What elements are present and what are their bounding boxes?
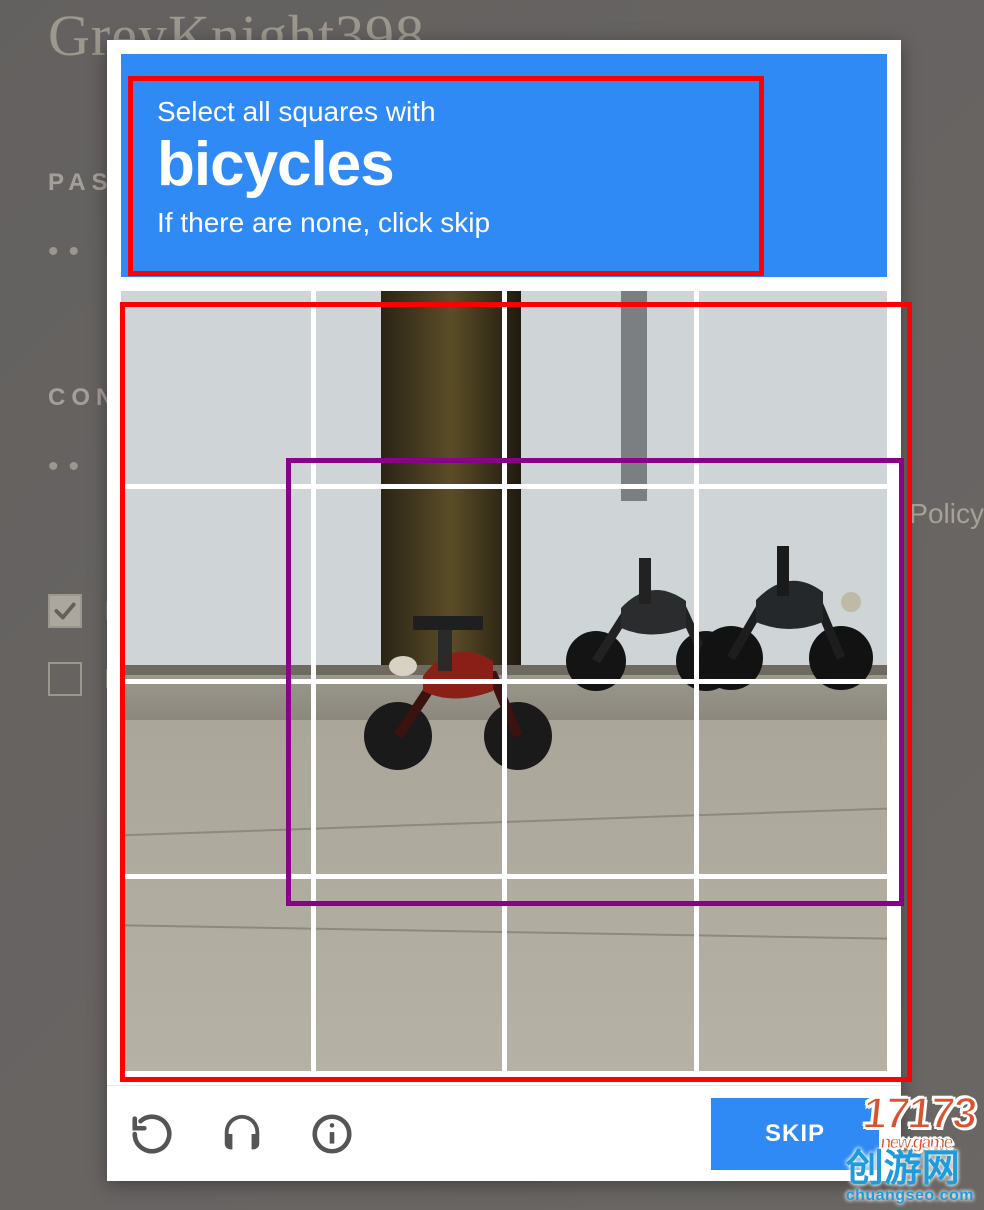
recaptcha-challenge: Select all squares with bicycles If ther…: [107, 40, 901, 1181]
headphones-icon[interactable]: [219, 1111, 265, 1157]
captcha-tile-0-0[interactable]: [121, 291, 310, 483]
captcha-tile-1-2[interactable]: [506, 487, 695, 679]
captcha-tile-2-2[interactable]: [506, 683, 695, 875]
captcha-instruction-line3: If there are none, click skip: [157, 207, 851, 239]
captcha-tile-1-0[interactable]: [121, 487, 310, 679]
captcha-tile-2-0[interactable]: [121, 683, 310, 875]
captcha-target-word: bicycles: [157, 132, 851, 197]
captcha-instruction-line1: Select all squares with: [157, 96, 851, 128]
captcha-tile-2-3[interactable]: [699, 683, 888, 875]
info-icon[interactable]: [309, 1111, 355, 1157]
captcha-instruction-header: Select all squares with bicycles If ther…: [121, 54, 887, 277]
captcha-image-grid: [121, 291, 887, 1071]
captcha-tile-container: [121, 291, 887, 1071]
skip-button[interactable]: SKIP: [711, 1098, 879, 1170]
captcha-tile-1-3[interactable]: [699, 487, 888, 679]
captcha-tile-0-3[interactable]: [699, 291, 888, 483]
captcha-tile-3-0[interactable]: [121, 879, 310, 1071]
captcha-tile-0-1[interactable]: [314, 291, 503, 483]
captcha-footer: SKIP: [107, 1085, 901, 1181]
captcha-tile-2-1[interactable]: [314, 683, 503, 875]
captcha-tile-1-1[interactable]: [314, 487, 503, 679]
captcha-tile-3-3[interactable]: [699, 879, 888, 1071]
captcha-tile-0-2[interactable]: [506, 291, 695, 483]
reload-icon[interactable]: [129, 1111, 175, 1157]
captcha-tile-3-1[interactable]: [314, 879, 503, 1071]
captcha-tile-3-2[interactable]: [506, 879, 695, 1071]
